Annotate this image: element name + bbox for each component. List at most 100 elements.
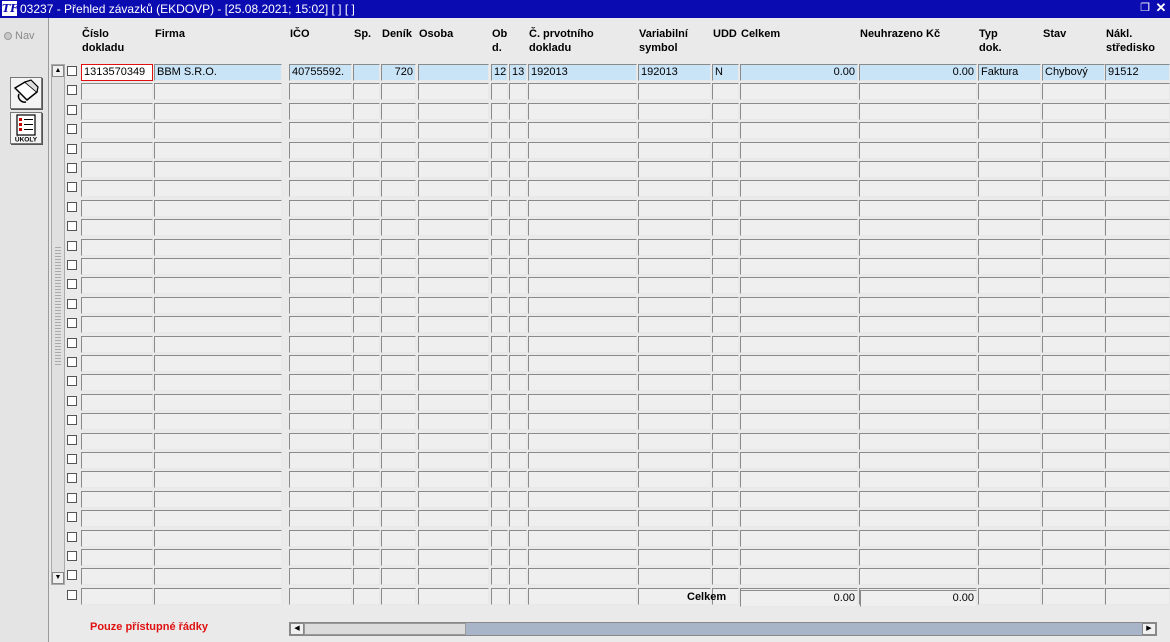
cell-denik[interactable] — [381, 122, 416, 140]
row-checkbox[interactable] — [67, 298, 77, 309]
table-row[interactable] — [0, 490, 1170, 508]
table-row[interactable] — [0, 218, 1170, 237]
cell-neuhrazeno[interactable] — [859, 413, 977, 431]
cell-x13[interactable] — [509, 568, 527, 586]
cell-firma[interactable] — [154, 296, 282, 314]
cell-udd[interactable] — [712, 413, 739, 431]
cell-denik[interactable] — [381, 199, 416, 217]
cell-stav[interactable] — [1042, 490, 1105, 508]
column-header-denik[interactable]: Deník — [382, 27, 417, 41]
cell-x13[interactable] — [509, 393, 527, 411]
cell-denik[interactable] — [381, 296, 416, 314]
cell-cislo[interactable] — [81, 180, 153, 198]
cell-x13[interactable] — [509, 296, 527, 314]
cell-denik[interactable] — [381, 277, 416, 295]
cell-firma[interactable] — [154, 510, 282, 528]
cell-sp[interactable] — [353, 393, 380, 411]
cell-denik[interactable] — [381, 490, 416, 508]
cell-celkem[interactable] — [740, 238, 858, 256]
cell-celkem[interactable] — [740, 316, 858, 334]
cell-sp[interactable] — [353, 238, 380, 256]
cell-prvotni[interactable] — [528, 529, 637, 547]
cell-firma[interactable] — [154, 161, 282, 178]
cell-typ[interactable]: Faktura — [978, 64, 1041, 81]
cell-nakl[interactable] — [1105, 258, 1170, 275]
cell-stav[interactable] — [1042, 568, 1105, 586]
cell-stav[interactable] — [1042, 432, 1105, 450]
cell-celkem[interactable] — [740, 510, 858, 528]
cell-neuhrazeno[interactable] — [859, 199, 977, 217]
cell-neuhrazeno[interactable] — [859, 141, 977, 159]
cell-prvotni[interactable]: 192013 — [528, 64, 637, 81]
cell-sp[interactable] — [353, 432, 380, 450]
cell-udd[interactable] — [712, 432, 739, 450]
row-checkbox[interactable] — [67, 492, 77, 503]
cell-udd[interactable]: N — [712, 64, 739, 81]
cell-x13[interactable] — [509, 316, 527, 334]
cell-varsym[interactable]: 192013 — [638, 64, 711, 81]
cell-osoba[interactable] — [418, 122, 489, 140]
column-header-cislo[interactable]: Číslo dokladu — [82, 27, 154, 55]
cell-firma[interactable] — [154, 393, 282, 411]
cell-ico[interactable] — [289, 413, 352, 431]
cell-nakl[interactable] — [1105, 122, 1170, 140]
cell-ico[interactable] — [289, 335, 352, 353]
cell-prvotni[interactable] — [528, 238, 637, 256]
cell-denik[interactable] — [381, 219, 416, 237]
cell-denik[interactable] — [381, 587, 416, 605]
cell-neuhrazeno[interactable] — [859, 432, 977, 450]
cell-cislo[interactable] — [81, 122, 153, 140]
row-checkbox[interactable] — [67, 240, 77, 251]
cell-prvotni[interactable] — [528, 122, 637, 140]
cell-neuhrazeno[interactable] — [859, 238, 977, 256]
cell-osoba[interactable] — [418, 83, 489, 101]
cell-obd[interactable] — [491, 141, 508, 159]
cell-ico[interactable] — [289, 277, 352, 295]
cell-x13[interactable] — [509, 161, 527, 178]
cell-stav[interactable] — [1042, 180, 1105, 198]
cell-obd[interactable] — [491, 335, 508, 353]
cell-stav[interactable] — [1042, 587, 1105, 605]
cell-prvotni[interactable] — [528, 316, 637, 334]
cell-firma[interactable] — [154, 122, 282, 140]
cell-neuhrazeno[interactable] — [859, 258, 977, 275]
cell-firma[interactable] — [154, 529, 282, 547]
row-checkbox[interactable] — [67, 434, 77, 445]
cell-osoba[interactable] — [418, 161, 489, 178]
cell-cislo[interactable] — [81, 316, 153, 334]
cell-osoba[interactable] — [418, 199, 489, 217]
table-row[interactable] — [0, 354, 1170, 372]
cell-prvotni[interactable] — [528, 296, 637, 314]
cell-nakl[interactable] — [1105, 219, 1170, 237]
cell-nakl[interactable] — [1105, 471, 1170, 489]
cell-sp[interactable] — [353, 490, 380, 508]
row-checkbox[interactable] — [67, 221, 77, 232]
cell-neuhrazeno[interactable] — [859, 161, 977, 178]
cell-prvotni[interactable] — [528, 568, 637, 586]
cell-udd[interactable] — [712, 238, 739, 256]
cell-varsym[interactable] — [638, 355, 711, 372]
cell-x13[interactable] — [509, 490, 527, 508]
cell-stav[interactable] — [1042, 335, 1105, 353]
cell-x13[interactable] — [509, 277, 527, 295]
cell-typ[interactable] — [978, 393, 1041, 411]
cell-ico[interactable] — [289, 374, 352, 392]
column-header-celkem[interactable]: Celkem — [741, 27, 859, 41]
cell-denik[interactable] — [381, 374, 416, 392]
cell-osoba[interactable] — [418, 64, 489, 81]
row-checkbox[interactable] — [67, 163, 77, 173]
cell-neuhrazeno[interactable] — [859, 122, 977, 140]
cell-celkem[interactable] — [740, 199, 858, 217]
row-checkbox[interactable] — [67, 260, 77, 270]
cell-nakl[interactable] — [1105, 510, 1170, 528]
cell-sp[interactable] — [353, 568, 380, 586]
cell-typ[interactable] — [978, 335, 1041, 353]
cell-ico[interactable] — [289, 529, 352, 547]
cell-varsym[interactable] — [638, 296, 711, 314]
cell-obd[interactable] — [491, 219, 508, 237]
cell-udd[interactable] — [712, 141, 739, 159]
cell-neuhrazeno[interactable] — [859, 452, 977, 469]
cell-neuhrazeno[interactable] — [859, 335, 977, 353]
row-checkbox[interactable] — [67, 124, 77, 135]
cell-varsym[interactable] — [638, 568, 711, 586]
